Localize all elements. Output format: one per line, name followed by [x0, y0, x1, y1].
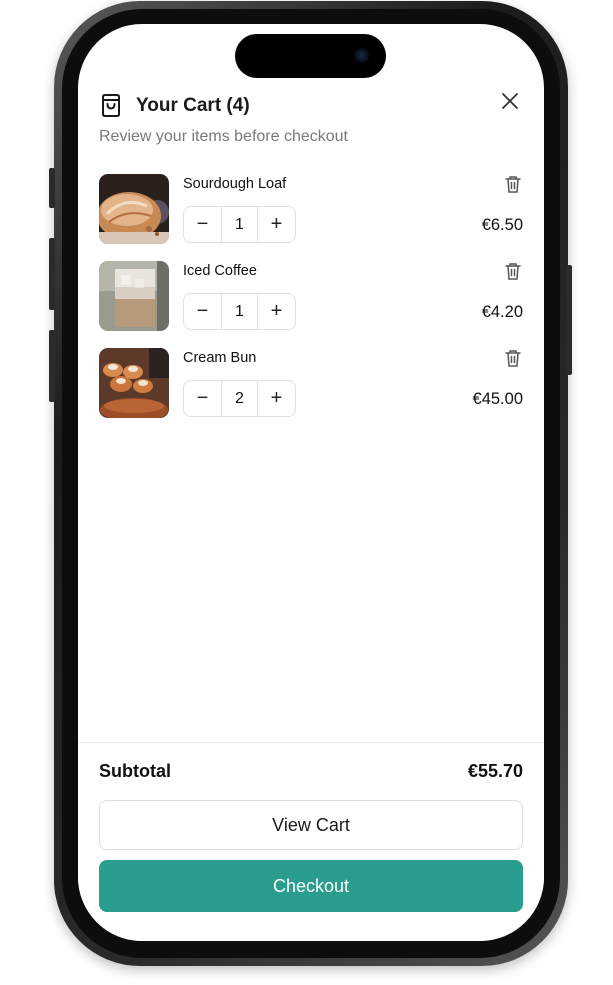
cart-item: Cream Bun − 2 + €45.00 — [99, 348, 523, 418]
cream-bun-image — [99, 348, 169, 418]
dynamic-island — [235, 34, 386, 78]
page-title: Your Cart (4) — [136, 95, 250, 116]
phone-screen: Your Cart (4) Review your items before c… — [78, 24, 544, 941]
cart-item: Iced Coffee − 1 + €4.20 — [99, 261, 523, 331]
checkout-button[interactable]: Checkout — [99, 860, 523, 912]
subtotal-value: €55.70 — [467, 761, 523, 781]
cart-footer: Subtotal €55.70 View Cart Checkout — [78, 742, 544, 941]
item-price: €4.20 — [481, 303, 523, 321]
trash-icon[interactable] — [503, 174, 523, 194]
increase-quantity-button[interactable]: + — [258, 294, 295, 329]
increase-quantity-button[interactable]: + — [258, 207, 295, 242]
quantity-stepper: − 1 + — [183, 206, 296, 243]
quantity-stepper: − 2 + — [183, 380, 296, 417]
sourdough-loaf-image — [99, 174, 169, 244]
trash-icon[interactable] — [503, 348, 523, 368]
action-button — [49, 168, 55, 208]
item-price: €6.50 — [481, 216, 523, 234]
cart-item: Sourdough Loaf − 1 + €6.50 — [99, 174, 523, 244]
increase-quantity-button[interactable]: + — [258, 381, 295, 416]
quantity-value: 1 — [221, 294, 258, 329]
front-camera — [354, 48, 369, 63]
item-price: €45.00 — [472, 390, 523, 408]
close-icon[interactable] — [497, 88, 523, 114]
decrease-quantity-button[interactable]: − — [184, 381, 221, 416]
volume-down-button — [49, 330, 55, 402]
quantity-value: 2 — [221, 381, 258, 416]
volume-up-button — [49, 238, 55, 310]
item-name: Cream Bun — [183, 350, 257, 366]
item-name: Sourdough Loaf — [183, 176, 287, 192]
quantity-stepper: − 1 + — [183, 293, 296, 330]
view-cart-button[interactable]: View Cart — [99, 800, 523, 850]
decrease-quantity-button[interactable]: − — [184, 207, 221, 242]
decrease-quantity-button[interactable]: − — [184, 294, 221, 329]
item-name: Iced Coffee — [183, 263, 257, 279]
quantity-value: 1 — [221, 207, 258, 242]
shopping-bag-icon — [99, 92, 123, 118]
iced-coffee-image — [99, 261, 169, 331]
page-subtitle: Review your items before checkout — [99, 128, 348, 145]
subtotal-label: Subtotal — [99, 761, 171, 781]
trash-icon[interactable] — [503, 261, 523, 281]
power-button — [566, 265, 572, 375]
